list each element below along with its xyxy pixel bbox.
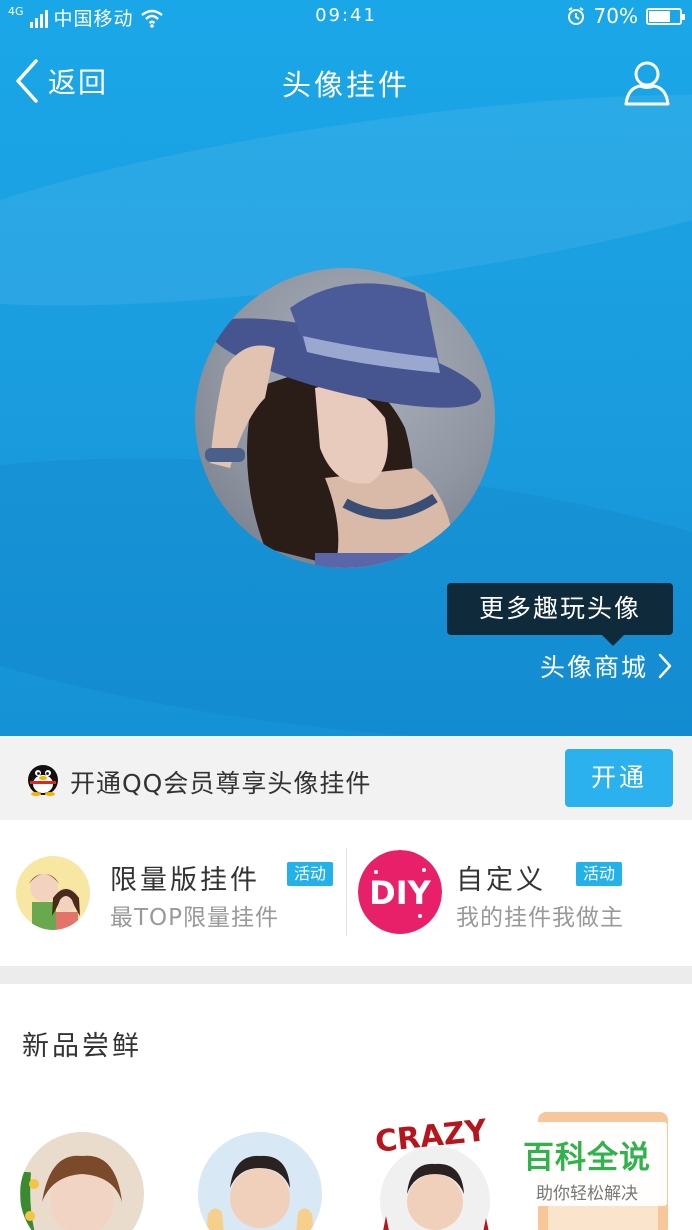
watermark-subtitle: 助你轻松解决	[536, 1184, 638, 1204]
feature-subtitle: 最TOP限量挂件	[110, 905, 280, 931]
limited-edition-card[interactable]: 限量版挂件 活动 最TOP限量挂件	[0, 820, 346, 966]
section-gap	[0, 966, 692, 984]
custom-card[interactable]: DIY 自定义 活动 我的挂件我做主	[346, 820, 692, 966]
feature-title: 限量版挂件	[110, 865, 260, 896]
profile-button[interactable]	[622, 58, 672, 112]
avatar-photo	[205, 283, 482, 568]
watermark-logo: 百科全说 助你轻松解决	[507, 1122, 667, 1206]
current-avatar[interactable]	[195, 268, 495, 568]
hero-banner: 4G 中国移动 09:41 70% 返回 头像挂件 更多趣玩头像 头像商城	[0, 0, 692, 736]
feature-cards: 限量版挂件 活动 最TOP限量挂件 DIY 自定义 活动 我的挂件我做主	[0, 820, 692, 966]
qq-penguin-icon	[28, 765, 58, 796]
couple-icon	[16, 856, 90, 930]
feature-subtitle: 我的挂件我做主	[456, 905, 624, 931]
vip-promo-bar: 开通QQ会员尊享头像挂件 开通	[0, 736, 692, 820]
pendant-thumb[interactable]	[198, 1132, 322, 1230]
user-icon	[624, 61, 670, 106]
crazy-label: CRAZY	[374, 1113, 490, 1160]
avatar-mall-link[interactable]: 头像商城	[540, 648, 672, 684]
page-title: 头像挂件	[281, 68, 410, 102]
feature-title: 自定义	[456, 865, 546, 896]
alarm-icon	[567, 7, 584, 25]
pendant-thumb[interactable]: CRAZY	[370, 1106, 500, 1230]
chevron-right-icon	[658, 653, 672, 679]
pendant-thumb[interactable]	[20, 1132, 144, 1230]
diy-icon: DIY	[358, 850, 442, 934]
watermark-title: 百科全说	[523, 1140, 651, 1176]
diy-icon-text: DIY	[369, 874, 431, 912]
battery-icon	[646, 7, 685, 25]
vip-promo-text: 开通QQ会员尊享头像挂件	[70, 769, 372, 798]
activity-badge: 活动	[576, 862, 623, 886]
avatar-mall-label: 头像商城	[539, 653, 648, 682]
activity-badge: 活动	[287, 862, 334, 886]
nav-bar: 返回 头像挂件	[0, 50, 692, 114]
more-avatars-tooltip: 更多趣玩头像	[447, 583, 673, 646]
battery-percent: 70%	[593, 4, 638, 28]
open-vip-button[interactable]: 开通	[565, 749, 673, 807]
status-bar: 4G 中国移动 09:41 70%	[0, 0, 692, 34]
section-title: 新品尝鲜	[22, 1031, 142, 1062]
